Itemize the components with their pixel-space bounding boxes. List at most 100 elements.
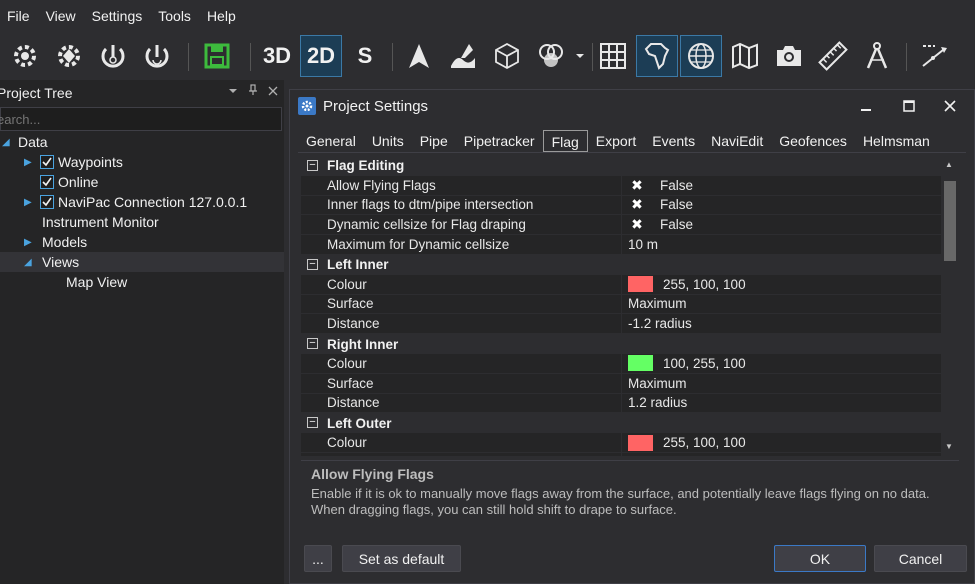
collapsed-arrow-icon[interactable]: ▶	[24, 197, 32, 208]
property-value[interactable]: Maximum	[628, 376, 687, 391]
collapse-icon[interactable]: −	[307, 258, 318, 270]
view-2d-button[interactable]: 2D	[300, 35, 342, 77]
property-name: Colour	[327, 355, 367, 371]
category-left-outer[interactable]: − Left Outer	[301, 413, 955, 434]
collapsed-arrow-icon[interactable]: ▶	[24, 157, 32, 168]
ruler-icon[interactable]	[812, 35, 854, 77]
category-label: Right Inner	[327, 336, 399, 352]
camera-icon[interactable]	[768, 35, 810, 77]
property-left-inner-distance[interactable]: Distance -1.2 radius	[301, 314, 955, 335]
property-value[interactable]: ✖ False	[628, 196, 693, 213]
property-right-inner-surface[interactable]: Surface Maximum	[301, 374, 955, 394]
menu-help[interactable]: Help	[199, 0, 244, 33]
ok-button[interactable]: OK	[774, 545, 866, 572]
tab-geofences[interactable]: Geofences	[771, 130, 855, 152]
chevron-down-icon[interactable]	[228, 84, 238, 99]
menu-view[interactable]: View	[38, 0, 84, 33]
property-left-inner-colour[interactable]: Colour 255, 100, 100	[301, 275, 955, 295]
property-right-inner-colour[interactable]: Colour 100, 255, 100	[301, 354, 955, 374]
property-value[interactable]: 255, 100, 100	[628, 434, 746, 451]
collapsed-arrow-icon[interactable]: ▶	[24, 237, 32, 248]
globe-icon[interactable]	[680, 35, 722, 77]
layers-blend-icon[interactable]	[530, 35, 572, 77]
property-value[interactable]: 1.2 radius	[628, 395, 687, 410]
tree-item-views[interactable]: ◢ Views	[0, 252, 284, 272]
tree-item-waypoints[interactable]: ▶ Waypoints	[0, 152, 284, 172]
property-value[interactable]: Maximum	[628, 296, 687, 311]
property-value[interactable]: 10 m	[628, 237, 658, 252]
gear-icon[interactable]	[4, 35, 46, 77]
checkbox[interactable]	[40, 175, 54, 189]
power-sync-icon[interactable]	[92, 35, 134, 77]
tree-item-instrument-monitor[interactable]: Instrument Monitor	[0, 212, 284, 232]
search-input[interactable]	[0, 108, 277, 130]
africa-map-icon[interactable]	[636, 35, 678, 77]
minimize-icon[interactable]	[851, 94, 881, 118]
property-dynamic-cellsize[interactable]: Dynamic cellsize for Flag draping ✖ False	[301, 215, 955, 236]
set-as-default-button[interactable]: Set as default	[342, 545, 461, 572]
scrollbar-thumb[interactable]	[944, 181, 956, 261]
save-icon[interactable]	[196, 35, 238, 77]
gear-settings-icon[interactable]	[48, 35, 90, 77]
cube-wireframe-icon[interactable]	[486, 35, 528, 77]
route-line-icon[interactable]	[914, 35, 956, 77]
north-arrow-icon[interactable]	[398, 35, 440, 77]
menu-tools[interactable]: Tools	[150, 0, 199, 33]
checkbox[interactable]	[40, 195, 54, 209]
property-name: Surface	[327, 375, 374, 391]
property-value[interactable]: ✖ False	[628, 177, 693, 194]
tab-naviedit[interactable]: NaviEdit	[703, 130, 771, 152]
checkbox[interactable]	[40, 155, 54, 169]
tab-export[interactable]: Export	[588, 130, 644, 152]
cancel-button[interactable]: Cancel	[874, 545, 967, 572]
menu-settings[interactable]: Settings	[84, 0, 151, 33]
close-icon[interactable]	[268, 84, 278, 99]
compass-drafting-icon[interactable]	[856, 35, 898, 77]
chevron-down-icon[interactable]	[570, 35, 590, 77]
property-value[interactable]: 255, 100, 100	[628, 276, 746, 293]
property-left-inner-surface[interactable]: Surface Maximum	[301, 295, 955, 315]
collapse-icon[interactable]: −	[307, 160, 318, 171]
collapse-icon[interactable]: −	[307, 417, 318, 429]
ellipsis-button[interactable]: ...	[304, 545, 332, 572]
view-3d-button[interactable]: 3D	[256, 35, 298, 77]
expanded-arrow-icon[interactable]: ◢	[2, 137, 10, 148]
tab-pipe[interactable]: Pipe	[412, 130, 456, 152]
folded-map-icon[interactable]	[724, 35, 766, 77]
collapse-icon[interactable]: −	[307, 338, 318, 350]
property-left-outer-colour[interactable]: Colour 255, 100, 100	[301, 433, 955, 453]
vertical-scrollbar[interactable]: ▲ ▼	[941, 156, 959, 456]
category-left-inner[interactable]: − Left Inner	[301, 254, 955, 275]
tree-item-models[interactable]: ▶ Models	[0, 232, 284, 252]
maximize-icon[interactable]	[894, 94, 924, 118]
tab-helmsman[interactable]: Helmsman	[855, 130, 938, 152]
property-value[interactable]: -1.2 radius	[628, 316, 692, 331]
tab-general[interactable]: General	[298, 130, 364, 152]
category-flag-editing[interactable]: − Flag Editing	[301, 156, 955, 176]
grid-icon[interactable]	[592, 35, 634, 77]
tab-units[interactable]: Units	[364, 130, 412, 152]
tab-events[interactable]: Events	[644, 130, 703, 152]
tree-item-map-view[interactable]: Map View	[0, 272, 284, 292]
tab-flag[interactable]: Flag	[542, 130, 588, 152]
terrain-drape-icon[interactable]	[442, 35, 484, 77]
tab-pipetracker[interactable]: Pipetracker	[456, 130, 543, 152]
power-icon[interactable]	[136, 35, 178, 77]
property-inner-flags[interactable]: Inner flags to dtm/pipe intersection ✖ Fa…	[301, 196, 955, 216]
property-max-dynamic-cellsize[interactable]: Maximum for Dynamic cellsize 10 m	[301, 235, 955, 255]
property-right-inner-distance[interactable]: Distance 1.2 radius	[301, 394, 955, 414]
property-allow-flying-flags[interactable]: Allow Flying Flags ✖ False	[301, 176, 955, 196]
tree-item-online[interactable]: Online	[0, 172, 284, 192]
view-s-button[interactable]: S	[344, 35, 386, 77]
close-icon[interactable]	[935, 94, 965, 118]
expanded-arrow-icon[interactable]: ◢	[24, 257, 32, 268]
pin-icon[interactable]	[248, 84, 258, 99]
scroll-up-icon[interactable]: ▲	[945, 160, 953, 169]
tree-item-navipac-connection[interactable]: ▶ NaviPac Connection 127.0.0.1	[0, 192, 284, 212]
category-right-inner[interactable]: − Right Inner	[301, 334, 955, 354]
property-value[interactable]: ✖ False	[628, 216, 693, 233]
menu-file[interactable]: File	[0, 0, 38, 33]
tree-item-data[interactable]: ◢ Data	[0, 132, 284, 152]
property-value[interactable]: 100, 255, 100	[628, 355, 746, 372]
scroll-down-icon[interactable]: ▼	[945, 442, 953, 451]
